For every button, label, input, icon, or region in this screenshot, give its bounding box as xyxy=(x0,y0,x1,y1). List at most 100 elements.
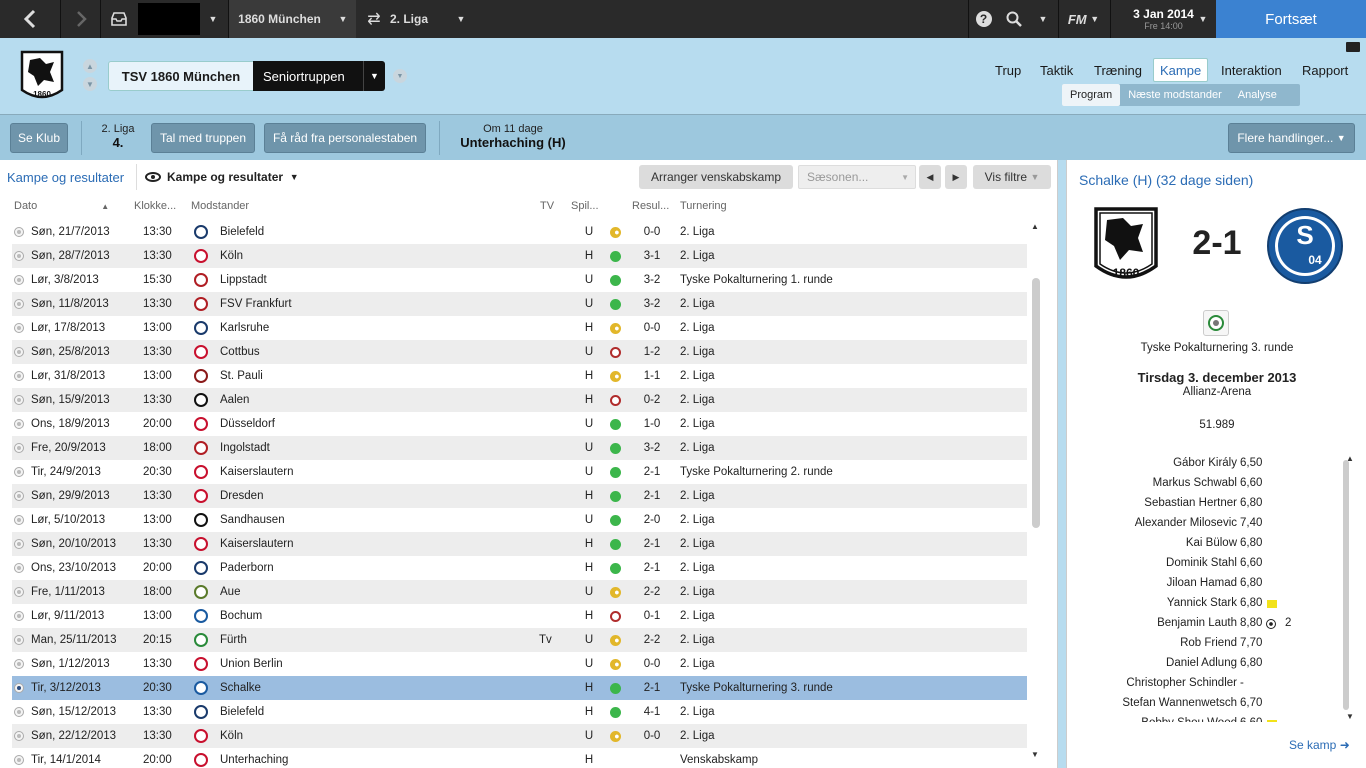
row-radio[interactable] xyxy=(14,748,24,768)
see-club-button[interactable]: Se Klub xyxy=(10,123,68,153)
competition[interactable]: Tyske Pokalturnering 3. runde xyxy=(680,676,1020,700)
col-result[interactable]: Resul... xyxy=(632,200,669,216)
table-row[interactable]: Lør, 17/8/2013 13:00 Karlsruhe H 0-0 2. Liga xyxy=(12,316,1027,340)
list-item[interactable]: Yannick Stark 6,80 xyxy=(1067,594,1347,614)
subnav-analysis[interactable]: Analyse xyxy=(1230,84,1285,106)
table-row[interactable]: Søn, 29/9/2013 13:30 Dresden H 2-1 2. Liga xyxy=(12,484,1027,508)
competition[interactable]: 2. Liga xyxy=(680,412,1020,436)
scrollbar-thumb[interactable] xyxy=(1032,278,1040,528)
competition[interactable]: Venskabskamp xyxy=(680,748,1020,768)
more-actions-button[interactable]: Flere handlinger... ▼ xyxy=(1228,123,1355,153)
scroll-down-icon[interactable]: ▼ xyxy=(1346,712,1354,721)
table-row[interactable]: Lør, 9/11/2013 13:00 Bochum H 0-1 2. Liga xyxy=(12,604,1027,628)
next-club-button[interactable]: ▼ xyxy=(83,77,97,91)
battery-icon[interactable] xyxy=(1346,42,1360,52)
table-row[interactable]: Tir, 24/9/2013 20:30 Kaiserslautern U 2-1 Tys… xyxy=(12,460,1027,484)
opponent-name[interactable]: Fürth xyxy=(220,628,520,652)
competition[interactable]: 2. Liga xyxy=(680,532,1020,556)
list-item[interactable]: Alexander Milosevic 7,40 xyxy=(1067,514,1347,534)
row-radio[interactable] xyxy=(14,508,24,532)
opponent-name[interactable]: Schalke xyxy=(220,676,520,700)
competition[interactable]: Tyske Pokalturnering 1. runde xyxy=(680,268,1020,292)
forward-button[interactable] xyxy=(60,0,100,38)
chevron-down-icon[interactable]: ▼ xyxy=(330,0,356,38)
list-item[interactable]: Markus Schwabl 6,60 xyxy=(1067,474,1347,494)
list-item[interactable]: Kai Bülow 6,80 xyxy=(1067,534,1347,554)
next-season-button[interactable]: ▶ xyxy=(945,165,967,189)
subnav-next-opponent[interactable]: Næste modstander xyxy=(1120,84,1230,106)
list-item[interactable]: Benjamin Lauth 8,80 2 xyxy=(1067,614,1347,634)
list-item[interactable]: Jiloan Hamad 6,80 xyxy=(1067,574,1347,594)
row-radio[interactable] xyxy=(14,340,24,364)
previous-club-button[interactable]: ▲ xyxy=(83,59,97,73)
table-row[interactable]: Tir, 3/12/2013 20:30 Schalke H 2-1 Tyske Poka… xyxy=(12,676,1027,700)
table-row[interactable]: Søn, 21/7/2013 13:30 Bielefeld U 0-0 2. Liga xyxy=(12,220,1027,244)
table-row[interactable]: Søn, 20/10/2013 13:30 Kaiserslautern H 2-1 2.… xyxy=(12,532,1027,556)
table-row[interactable]: Tir, 14/1/2014 20:00 Unterhaching H Venskabs… xyxy=(12,748,1027,768)
nav-taktik[interactable]: Taktik xyxy=(1034,58,1079,82)
nav-rapport[interactable]: Rapport xyxy=(1296,58,1354,82)
table-row[interactable]: Ons, 23/10/2013 20:00 Paderborn H 2-1 2. Liga xyxy=(12,556,1027,580)
table-row[interactable]: Fre, 20/9/2013 18:00 Ingolstadt U 3-2 2. Liga xyxy=(12,436,1027,460)
inbox-button[interactable] xyxy=(100,0,136,38)
row-radio[interactable] xyxy=(14,580,24,604)
chevron-down-icon[interactable]: ▼ xyxy=(393,69,407,83)
club-switcher[interactable]: 1860 München xyxy=(228,0,330,38)
back-button[interactable] xyxy=(0,0,60,38)
opponent-name[interactable]: Union Berlin xyxy=(220,652,520,676)
staff-advice-button[interactable]: Få råd fra personalestaben xyxy=(264,123,426,153)
squad-selector[interactable]: Seniortruppen ▼ xyxy=(253,61,385,91)
row-radio[interactable] xyxy=(14,220,24,244)
row-radio[interactable] xyxy=(14,628,24,652)
scrollbar-thumb[interactable] xyxy=(1343,460,1349,710)
competition[interactable]: 2. Liga xyxy=(680,244,1020,268)
table-row[interactable]: Søn, 15/9/2013 13:30 Aalen H 0-2 2. Liga xyxy=(12,388,1027,412)
league-switcher[interactable]: 2. Liga xyxy=(390,0,450,38)
nav-interaktion[interactable]: Interaktion xyxy=(1215,58,1288,82)
opponent-name[interactable]: Lippstadt xyxy=(220,268,520,292)
row-radio[interactable] xyxy=(14,364,24,388)
previous-season-button[interactable]: ◀ xyxy=(919,165,941,189)
fm-menu[interactable]: FM ▼ xyxy=(1058,0,1108,38)
col-competition[interactable]: Turnering xyxy=(680,200,727,216)
show-filters-button[interactable]: Vis filtre ▼ xyxy=(973,165,1051,189)
competition[interactable]: 2. Liga xyxy=(680,364,1020,388)
competition[interactable]: 2. Liga xyxy=(680,388,1020,412)
talk-to-squad-button[interactable]: Tal med truppen xyxy=(151,123,255,153)
list-item[interactable]: Bobby Shou Wood6,60 xyxy=(1067,714,1347,722)
opponent-name[interactable]: St. Pauli xyxy=(220,364,520,388)
table-row[interactable]: Man, 25/11/2013 20:15 Fürth Tv U 2-2 2. Liga xyxy=(12,628,1027,652)
opponent-name[interactable]: Kaiserslautern xyxy=(220,532,520,556)
row-radio[interactable] xyxy=(14,388,24,412)
list-item[interactable]: Gábor Király 6,50 xyxy=(1067,454,1347,474)
opponent-name[interactable]: Köln xyxy=(220,244,520,268)
list-item[interactable]: Sebastian Hertner 6,80 xyxy=(1067,494,1347,514)
competition[interactable]: 2. Liga xyxy=(680,220,1020,244)
row-radio[interactable] xyxy=(14,604,24,628)
competition[interactable]: 2. Liga xyxy=(680,292,1020,316)
table-row[interactable]: Fre, 1/11/2013 18:00 Aue U 2-2 2. Liga xyxy=(12,580,1027,604)
competition[interactable]: 2. Liga xyxy=(680,508,1020,532)
opponent-name[interactable]: Paderborn xyxy=(220,556,520,580)
opponent-name[interactable]: Bielefeld xyxy=(220,220,520,244)
table-row[interactable]: Lør, 3/8/2013 15:30 Lippstadt U 3-2 Tyske Pok… xyxy=(12,268,1027,292)
opponent-name[interactable]: Ingolstadt xyxy=(220,436,520,460)
table-row[interactable]: Søn, 28/7/2013 13:30 Köln H 3-1 2. Liga xyxy=(12,244,1027,268)
row-radio[interactable] xyxy=(14,268,24,292)
opponent-name[interactable]: Kaiserslautern xyxy=(220,460,520,484)
swap-icon[interactable]: ⇄ xyxy=(360,0,388,38)
list-item[interactable]: Christopher Schindler - xyxy=(1067,674,1347,694)
opponent-name[interactable]: Köln xyxy=(220,724,520,748)
see-match-link[interactable]: Se kamp ➜ xyxy=(1289,738,1350,752)
chevron-down-icon[interactable]: ▼ xyxy=(1030,0,1056,38)
list-item[interactable]: Dominik Stahl 6,60 xyxy=(1067,554,1347,574)
col-date[interactable]: Dato ▲ xyxy=(14,200,109,216)
nav-trup[interactable]: Trup xyxy=(989,58,1027,82)
row-radio[interactable] xyxy=(14,460,24,484)
chevron-down-icon[interactable]: ▼ xyxy=(450,0,472,38)
opponent-name[interactable]: Cottbus xyxy=(220,340,520,364)
help-button[interactable]: ? xyxy=(968,0,998,38)
row-radio[interactable] xyxy=(14,484,24,508)
row-radio[interactable] xyxy=(14,292,24,316)
opponent-name[interactable]: Dresden xyxy=(220,484,520,508)
